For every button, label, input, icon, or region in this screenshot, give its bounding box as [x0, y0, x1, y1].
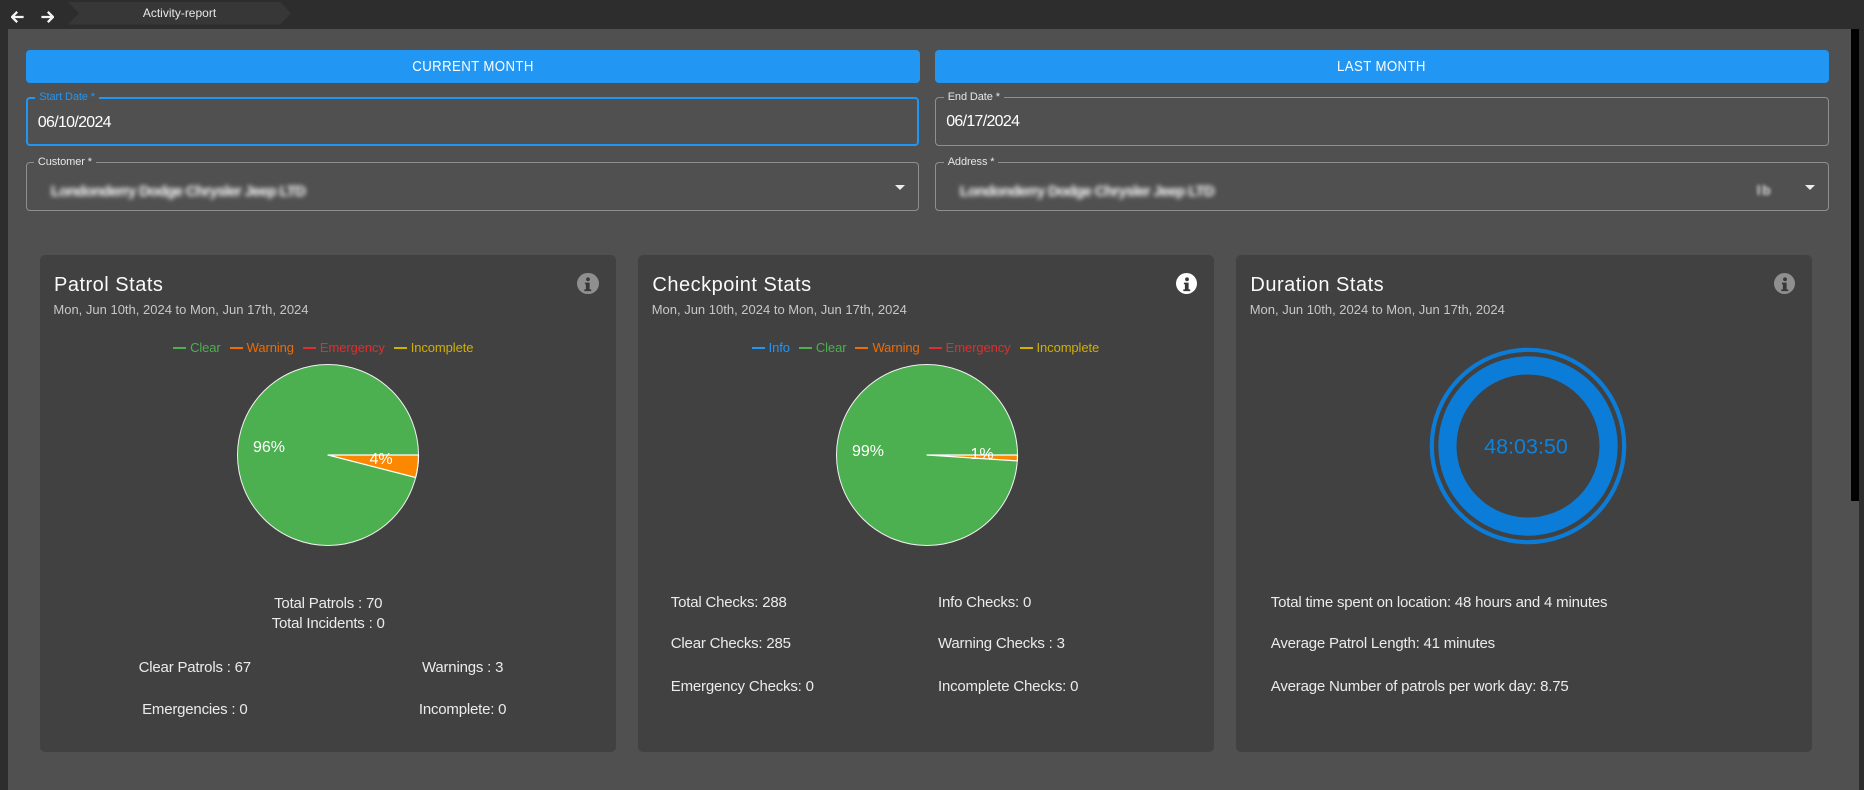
svg-text:48:03:50: 48:03:50 — [1484, 435, 1568, 459]
